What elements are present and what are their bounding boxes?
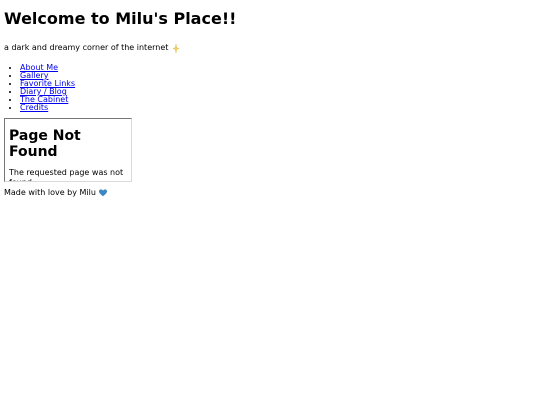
tagline: a dark and dreamy corner of the internet [4,43,536,53]
content-iframe[interactable]: Page Not Found The requested page was no… [4,118,132,182]
page: Welcome to Milu's Place!! a dark and dre… [0,9,540,405]
nav-item-the-cabinet: The Cabinet [20,96,536,104]
tagline-text: a dark and dreamy corner of the internet [4,43,169,52]
main-nav: About Me Gallery Favorite Links Diary / … [4,64,536,112]
nav-item-about-me: About Me [20,64,536,72]
nav-item-credits: Credits [20,104,536,112]
nav-item-gallery: Gallery [20,72,536,80]
error-title: Page Not Found [9,128,81,160]
nav-link-credits[interactable]: Credits [20,103,48,112]
error-message: The requested page was not found. [9,168,124,181]
sparkle-icon [173,43,180,53]
nav-item-favorite-links: Favorite Links [20,80,536,88]
nav-item-diary-blog: Diary / Blog [20,88,536,96]
footer-text: Made with love by Milu [4,188,96,197]
footer: Made with love by Milu [4,188,536,198]
blue-heart-icon [98,189,107,197]
site-title: Welcome to Milu's Place!! [4,9,237,28]
iframe-content: Page Not Found The requested page was no… [5,119,131,181]
